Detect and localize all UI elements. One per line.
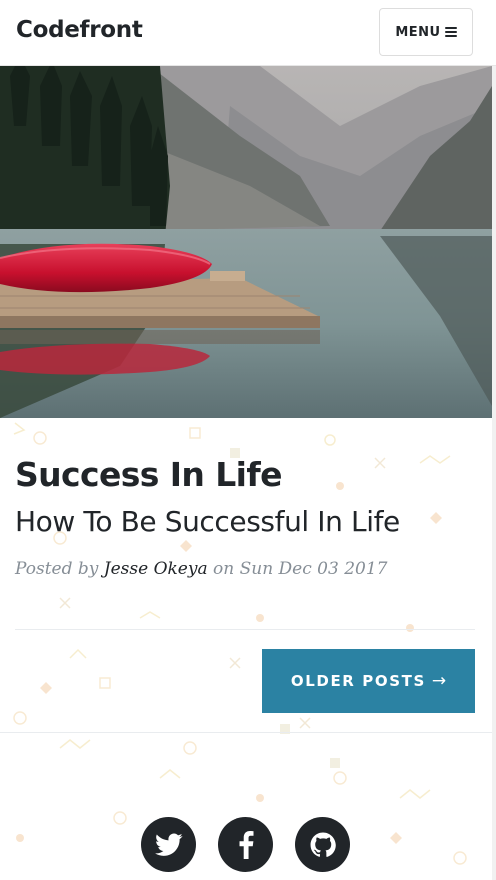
menu-button[interactable]: MENU	[379, 8, 473, 56]
hero-image	[0, 66, 492, 418]
meta-on: on	[213, 559, 235, 579]
older-posts-label: OLDER POSTS	[290, 672, 426, 690]
author-link[interactable]: Jesse Okeya	[104, 559, 208, 579]
page: Codefront MENU Success In Life How To Be…	[0, 0, 496, 880]
github-icon	[310, 832, 336, 857]
hamburger-icon	[444, 27, 457, 37]
navbar: Codefront MENU	[0, 0, 496, 66]
facebook-link[interactable]	[218, 817, 273, 872]
post-meta: Posted by Jesse Okeya on Sun Dec 03 2017	[15, 556, 475, 582]
social-links	[141, 817, 350, 872]
post-title[interactable]: Success In Life	[15, 452, 475, 498]
github-link[interactable]	[295, 817, 350, 872]
facebook-icon	[239, 830, 254, 859]
twitter-link[interactable]	[141, 817, 196, 872]
older-posts-button[interactable]: OLDER POSTS →	[262, 649, 475, 713]
menu-label: MENU	[395, 24, 441, 40]
meta-prefix: Posted by	[15, 559, 99, 579]
post-subtitle[interactable]: How To Be Successful In Life	[15, 504, 475, 540]
page-scrollbar[interactable]	[492, 66, 496, 880]
arrow-right-icon: →	[431, 671, 447, 691]
post-preview[interactable]: Success In Life How To Be Successful In …	[15, 452, 475, 582]
brand-link[interactable]: Codefront	[16, 17, 143, 43]
post-date: Sun Dec 03 2017	[239, 559, 388, 579]
twitter-icon	[154, 832, 183, 856]
post-divider	[15, 629, 475, 630]
footer-divider	[0, 732, 496, 733]
